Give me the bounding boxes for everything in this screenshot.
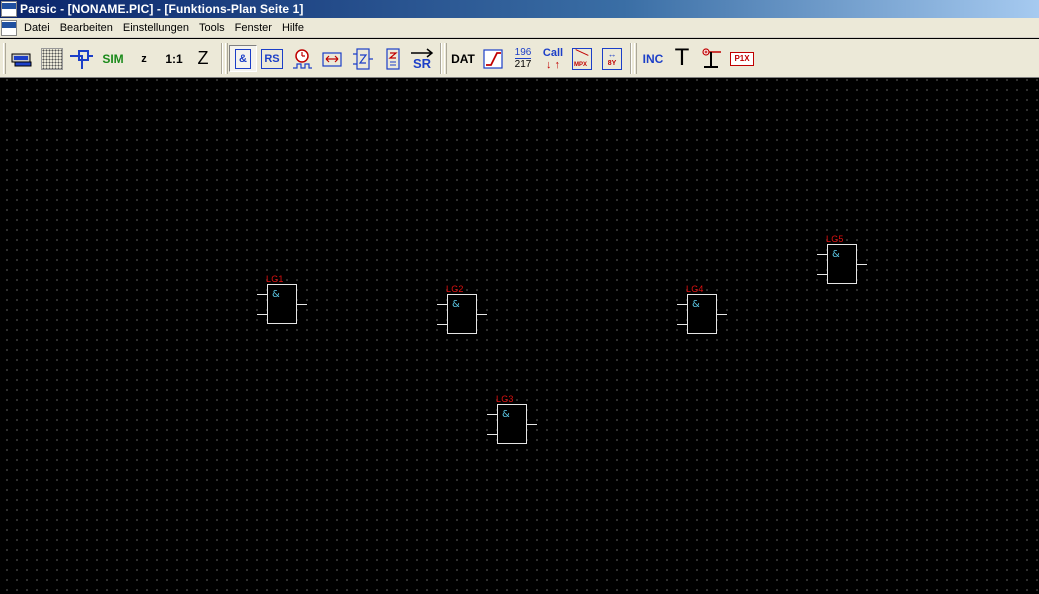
gate-body[interactable]: & <box>827 244 857 284</box>
counter-button[interactable] <box>349 45 377 72</box>
wire-tool-button[interactable] <box>67 45 95 72</box>
number-bottom: 217 <box>514 59 532 70</box>
delay-icon <box>322 51 342 67</box>
and-symbol: & <box>452 299 460 310</box>
grid-icon <box>41 47 63 70</box>
simulation-button[interactable]: SIM <box>98 45 128 72</box>
timer-button[interactable] <box>288 45 316 72</box>
parsic-window: Parsic - [NONAME.PIC] - [Funktions-Plan … <box>0 0 1039 594</box>
comparator-icon <box>386 47 400 70</box>
and-symbol: & <box>692 299 700 310</box>
menu-tools[interactable]: Tools <box>194 18 230 38</box>
function-plan-canvas[interactable]: LG1 & LG2 & LG3 & LG4 & LG5 & <box>0 79 1039 594</box>
input-pin[interactable] <box>437 324 447 325</box>
data-button[interactable]: DAT <box>448 45 478 72</box>
window-title: Parsic - [NONAME.PIC] - [Funktions-Plan … <box>20 2 304 16</box>
input-pin[interactable] <box>817 274 827 275</box>
menu-datei[interactable]: Datei <box>19 18 55 38</box>
and-gate-icon: & <box>235 48 251 69</box>
call-arrows-icon: ↓ ↑ <box>545 58 561 71</box>
analog-button[interactable] <box>479 45 507 72</box>
gate-label: LG5 <box>826 234 844 244</box>
counter-icon <box>353 47 373 70</box>
logic-gate-lg2[interactable]: LG2 & <box>437 284 497 344</box>
sr-label: SR <box>412 56 432 71</box>
text-tool-button[interactable]: T <box>668 45 696 72</box>
multiplexer-button[interactable]: MPX <box>568 45 596 72</box>
logic-gate-lg3[interactable]: LG3 & <box>487 394 547 454</box>
wire-icon <box>70 49 93 69</box>
output-pin[interactable] <box>477 314 487 315</box>
byte-icon: ↔ 8Y <box>602 47 622 70</box>
logic-gate-lg5[interactable]: LG5 & <box>817 234 877 294</box>
gate-body[interactable]: & <box>447 294 477 334</box>
byte-button[interactable]: ↔ 8Y <box>598 45 626 72</box>
output-pin[interactable] <box>527 424 537 425</box>
and-symbol: & <box>832 249 840 260</box>
input-pin[interactable] <box>487 414 497 415</box>
output-pin[interactable] <box>717 314 727 315</box>
and-symbol: & <box>502 409 510 420</box>
input-pin[interactable] <box>257 294 267 295</box>
menu-einstellungen[interactable]: Einstellungen <box>118 18 194 38</box>
and-gate-button[interactable]: & <box>229 45 257 72</box>
p1x-icon: P1X <box>730 51 754 66</box>
input-pin[interactable] <box>487 434 497 435</box>
menu-hilfe[interactable]: Hilfe <box>277 18 309 38</box>
gate-body[interactable]: & <box>497 404 527 444</box>
rs-flipflop-icon: RS <box>261 48 283 69</box>
toolbar-grip[interactable] <box>3 43 6 74</box>
input-pin[interactable] <box>677 304 687 305</box>
menu-bearbeiten[interactable]: Bearbeiten <box>55 18 118 38</box>
number-top: 196 <box>514 47 532 59</box>
hardware-icon <box>11 53 32 66</box>
p1x-button[interactable]: P1X <box>728 45 756 72</box>
grid-toggle-button[interactable] <box>38 45 66 72</box>
gate-body[interactable]: & <box>267 284 297 324</box>
call-label: Call <box>542 46 564 59</box>
number-button[interactable]: 196 217 <box>509 45 537 72</box>
zoom-in-button[interactable]: Z <box>189 45 217 72</box>
zoom-out-button[interactable]: z <box>130 45 158 72</box>
multiplexer-icon: MPX <box>572 47 592 70</box>
connector-icon <box>702 47 721 68</box>
gate-body[interactable]: & <box>687 294 717 334</box>
timer-icon <box>293 48 312 69</box>
gate-label: LG4 <box>686 284 704 294</box>
hardware-button[interactable] <box>8 45 36 72</box>
and-symbol: & <box>272 289 280 300</box>
rs-flipflop-button[interactable]: RS <box>258 45 286 72</box>
call-button[interactable]: Call ↓ ↑ <box>539 45 567 72</box>
input-pin[interactable] <box>677 324 687 325</box>
gate-label: LG2 <box>446 284 464 294</box>
input-pin[interactable] <box>257 314 267 315</box>
main-toolbar: SIM z 1:1 Z & RS SR DAT 196 217 Call ↓ ↑… <box>0 39 1039 78</box>
shift-register-button[interactable]: SR <box>408 45 436 72</box>
output-pin[interactable] <box>297 304 307 305</box>
gate-label: LG1 <box>266 274 284 284</box>
document-system-menu-icon[interactable] <box>1 19 17 36</box>
delay-button[interactable] <box>318 45 346 72</box>
menu-fenster[interactable]: Fenster <box>230 18 277 38</box>
connector-button[interactable] <box>697 45 725 72</box>
analog-icon <box>483 48 503 69</box>
logic-gate-lg1[interactable]: LG1 & <box>257 274 317 334</box>
parsic-app-icon[interactable] <box>1 1 17 17</box>
zoom-1-1-button[interactable]: 1:1 <box>160 45 188 72</box>
increment-button[interactable]: INC <box>638 45 668 72</box>
menu-bar: Datei Bearbeiten Einstellungen Tools Fen… <box>0 18 1039 38</box>
title-bar[interactable]: Parsic - [NONAME.PIC] - [Funktions-Plan … <box>0 0 1039 18</box>
gate-label: LG3 <box>496 394 514 404</box>
input-pin[interactable] <box>817 254 827 255</box>
output-pin[interactable] <box>857 264 867 265</box>
comparator-button[interactable] <box>379 45 407 72</box>
input-pin[interactable] <box>437 304 447 305</box>
logic-gate-lg4[interactable]: LG4 & <box>677 284 737 344</box>
